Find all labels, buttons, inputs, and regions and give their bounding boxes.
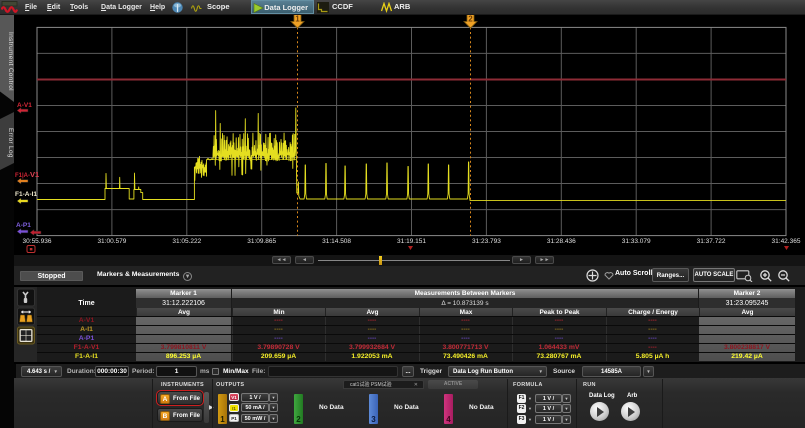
svg-text:31:19.151: 31:19.151 — [397, 238, 426, 245]
svg-text:31:05.222: 31:05.222 — [172, 238, 201, 245]
svg-text:31:28.436: 31:28.436 — [547, 238, 576, 245]
svg-text:31:37.722: 31:37.722 — [697, 238, 726, 245]
svg-text:31:23.793: 31:23.793 — [472, 238, 501, 245]
svg-text:A-P1: A-P1 — [16, 222, 31, 229]
svg-text:31:00.579: 31:00.579 — [97, 238, 126, 245]
svg-text:30:55.936: 30:55.936 — [23, 238, 52, 245]
svg-text:1: 1 — [295, 15, 300, 24]
svg-text:31:33.079: 31:33.079 — [622, 238, 651, 245]
svg-text:31:42.365: 31:42.365 — [772, 238, 801, 245]
svg-text:F1-A-I1: F1-A-I1 — [15, 191, 37, 198]
svg-text:2: 2 — [468, 15, 473, 24]
svg-text:31:09.865: 31:09.865 — [247, 238, 276, 245]
svg-text:A-V1: A-V1 — [17, 102, 32, 109]
svg-text:31:14.508: 31:14.508 — [322, 238, 351, 245]
